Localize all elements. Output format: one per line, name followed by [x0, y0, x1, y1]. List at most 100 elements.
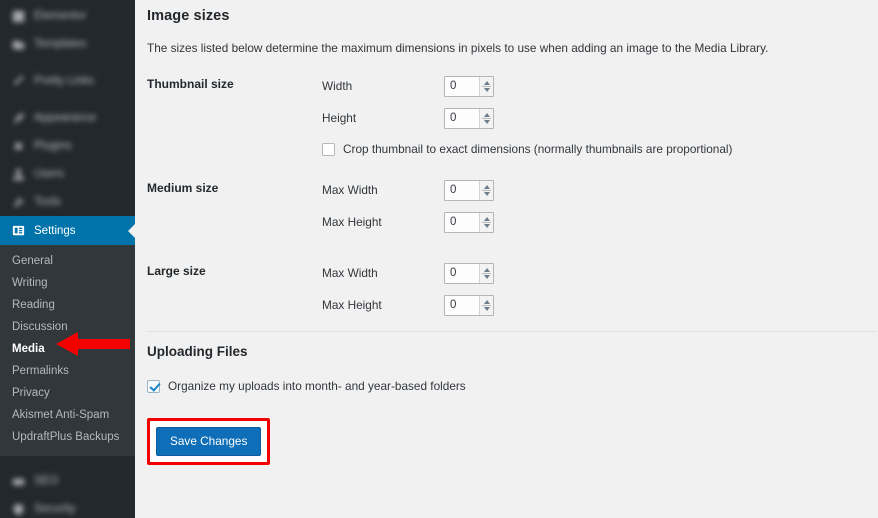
row-label-medium-size: Medium size [147, 181, 219, 195]
sidebar-item-security[interactable]: Security [0, 495, 135, 518]
large-max-width-stepper[interactable] [479, 263, 493, 283]
sidebar-item-permalinks[interactable]: Permalinks [0, 360, 135, 382]
stepper-down-icon[interactable] [483, 119, 490, 124]
page-title: Image sizes [147, 8, 230, 24]
medium-max-height-input[interactable]: 0 [444, 211, 494, 233]
uploading-files-title: Uploading Files [147, 344, 248, 359]
annotation-box-save-changes: Save Changes [147, 418, 271, 465]
row-label-thumbnail-size: Thumbnail size [147, 77, 234, 91]
stepper-up-icon[interactable] [483, 112, 490, 117]
medium-max-width-value: 0 [450, 184, 457, 196]
seo-icon [10, 473, 27, 490]
admin-sidebar: Elementor Templates Pretty Links Appeara… [0, 0, 135, 518]
field-label-width: Width [322, 79, 353, 93]
stepper-down-icon[interactable] [483, 191, 490, 196]
sidebar-bottom-menu: SEO Security [0, 456, 135, 518]
stepper-up-icon[interactable] [483, 80, 490, 85]
page-description: The sizes listed below determine the max… [147, 41, 769, 55]
sidebar-item-pretty-links[interactable]: Pretty Links [0, 67, 135, 95]
stepper-up-icon[interactable] [483, 299, 490, 304]
thumbnail-width-input[interactable]: 0 [444, 75, 494, 97]
large-max-width-value: 0 [450, 267, 457, 279]
users-icon [10, 166, 27, 183]
organize-uploads-label: Organize my uploads into month- and year… [168, 379, 466, 393]
sidebar-item-tools[interactable]: Tools [0, 188, 135, 216]
field-thumbnail-width: Width 0 [322, 70, 867, 102]
appearance-brush-icon [10, 110, 27, 127]
sidebar-item-elementor[interactable]: Elementor [0, 2, 135, 30]
row-fields-large-size: Max Width 0 Max Height 0 [322, 238, 867, 321]
sidebar-item-label: Appearance [34, 112, 97, 124]
settings-submenu: General Writing Reading Discussion Media… [0, 245, 135, 456]
sidebar-item-label: Security [34, 503, 76, 515]
thumbnail-height-stepper[interactable] [479, 108, 493, 128]
pretty-links-icon [10, 73, 27, 90]
table-row-medium-size: Medium size Max Width 0 Max Height 0 [147, 162, 867, 238]
large-max-height-stepper[interactable] [479, 295, 493, 315]
sidebar-item-writing[interactable]: Writing [0, 272, 135, 294]
sidebar-item-reading[interactable]: Reading [0, 294, 135, 316]
medium-max-height-value: 0 [450, 216, 457, 228]
field-large-max-width: Max Width 0 [322, 257, 867, 289]
sidebar-item-general[interactable]: General [0, 250, 135, 272]
medium-max-width-input[interactable]: 0 [444, 179, 494, 201]
sidebar-item-media[interactable]: Media [0, 338, 135, 360]
large-max-height-input[interactable]: 0 [444, 294, 494, 316]
field-large-max-height: Max Height 0 [322, 289, 867, 321]
stepper-down-icon[interactable] [483, 87, 490, 92]
sidebar-item-discussion[interactable]: Discussion [0, 316, 135, 338]
field-label-max-height: Max Height [322, 298, 382, 312]
stepper-divider [482, 189, 491, 191]
sidebar-item-seo[interactable]: SEO [0, 467, 135, 495]
sidebar-item-label: Elementor [34, 10, 87, 22]
security-shield-icon [10, 501, 27, 518]
thumbnail-height-input[interactable]: 0 [444, 107, 494, 129]
field-label-height: Height [322, 111, 357, 125]
sidebar-item-updraftplus-backups[interactable]: UpdraftPlus Backups [0, 426, 135, 448]
crop-thumbnail-label: Crop thumbnail to exact dimensions (norm… [343, 142, 733, 156]
medium-max-width-stepper[interactable] [479, 180, 493, 200]
thumbnail-width-value: 0 [450, 80, 457, 92]
crop-thumbnail-checkbox[interactable] [322, 142, 335, 156]
stepper-divider [482, 85, 491, 87]
table-row-thumbnail-size: Thumbnail size Width 0 Height 0 Crop thu… [147, 70, 867, 162]
large-max-height-value: 0 [450, 299, 457, 311]
tools-wrench-icon [10, 194, 27, 211]
thumbnail-height-value: 0 [450, 112, 457, 124]
row-fields-medium-size: Max Width 0 Max Height 0 [322, 162, 867, 238]
stepper-divider [482, 304, 491, 306]
sidebar-item-label: Settings [34, 224, 76, 237]
templates-icon [10, 36, 27, 53]
sidebar-item-label: Users [34, 168, 65, 180]
stepper-down-icon[interactable] [483, 274, 490, 279]
organize-uploads-row[interactable]: Organize my uploads into month- and year… [147, 373, 878, 399]
large-max-width-input[interactable]: 0 [444, 262, 494, 284]
stepper-divider [482, 272, 491, 274]
field-label-max-width: Max Width [322, 183, 378, 197]
thumbnail-width-stepper[interactable] [479, 76, 493, 96]
medium-max-height-stepper[interactable] [479, 212, 493, 232]
sidebar-item-settings[interactable]: Settings [0, 216, 135, 245]
field-thumbnail-height: Height 0 [322, 102, 867, 134]
organize-uploads-checkbox[interactable] [147, 379, 160, 393]
save-changes-button[interactable]: Save Changes [156, 427, 262, 456]
field-label-max-height: Max Height [322, 215, 382, 229]
sidebar-item-users[interactable]: Users [0, 160, 135, 188]
crop-thumbnail-row[interactable]: Crop thumbnail to exact dimensions (norm… [322, 136, 867, 162]
stepper-down-icon[interactable] [483, 306, 490, 311]
sidebar-item-appearance[interactable]: Appearance [0, 104, 135, 132]
row-label-large-size: Large size [147, 264, 206, 278]
stepper-divider [482, 117, 491, 119]
sidebar-item-akismet-anti-spam[interactable]: Akismet Anti-Spam [0, 404, 135, 426]
image-sizes-table: Thumbnail size Width 0 Height 0 Crop thu… [147, 70, 867, 321]
row-fields-thumbnail-size: Width 0 Height 0 Crop thumbnail to exact… [322, 70, 867, 162]
stepper-up-icon[interactable] [483, 216, 490, 221]
sidebar-item-plugins[interactable]: Plugins [0, 132, 135, 160]
stepper-divider [482, 221, 491, 223]
stepper-up-icon[interactable] [483, 184, 490, 189]
sidebar-item-templates[interactable]: Templates [0, 30, 135, 58]
sidebar-item-label: Pretty Links [34, 75, 95, 87]
stepper-up-icon[interactable] [483, 267, 490, 272]
sidebar-item-privacy[interactable]: Privacy [0, 382, 135, 404]
stepper-down-icon[interactable] [483, 223, 490, 228]
